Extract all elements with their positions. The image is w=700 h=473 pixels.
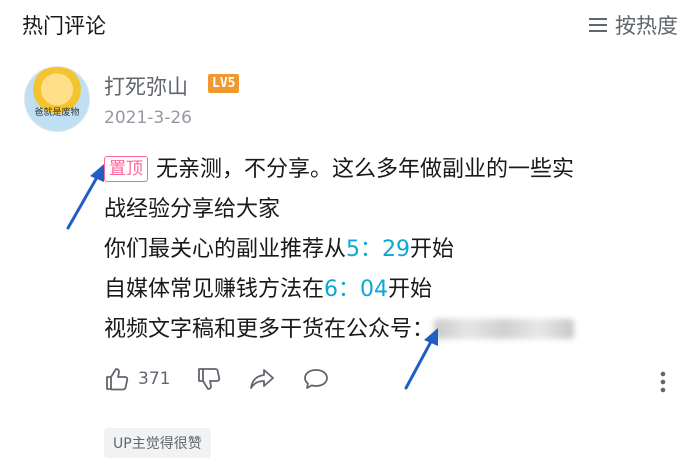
timestamp-link-1[interactable]: 5：29 <box>346 237 410 262</box>
dislike-icon <box>198 368 221 390</box>
comment-text-5: 视频文字稿和更多干货在公众号： <box>104 317 435 342</box>
pinned-tag: 置顶 <box>104 156 148 182</box>
share-button[interactable] <box>248 366 276 392</box>
comment-text-1: 无亲测，不分享。这么多年做副业的一些实 <box>156 157 575 182</box>
reply-icon <box>304 369 329 389</box>
comment-text-4a: 自媒体常见赚钱方法在 <box>104 277 325 302</box>
comment-text-3a: 你们最关心的副业推荐从 <box>104 237 347 262</box>
comment-text-4b: 开始 <box>388 277 433 302</box>
comment-text-2: 战经验分享给大家 <box>104 197 281 222</box>
share-icon <box>250 369 275 389</box>
comment-line-3: 你们最关心的副业推荐从5：29开始 <box>104 230 684 270</box>
timestamp-link-2[interactable]: 6：04 <box>324 277 388 302</box>
avatar[interactable]: 爸就是废物 <box>24 66 90 132</box>
sort-label: 按热度 <box>615 14 678 38</box>
annotation-arrow-pin <box>66 164 104 230</box>
sort-icon <box>589 18 607 32</box>
dislike-button[interactable] <box>196 366 222 392</box>
like-count: 371 <box>138 369 171 389</box>
avatar-text: 爸就是废物 <box>34 108 80 118</box>
like-icon <box>106 368 129 391</box>
up-liked-badge: UP主觉得很赞 <box>104 428 211 458</box>
like-button[interactable]: 371 <box>104 366 170 392</box>
reply-button[interactable] <box>302 366 330 392</box>
more-icon[interactable] <box>660 371 666 393</box>
username[interactable]: 打死弥山 <box>104 71 188 101</box>
comment-line-5: 视频文字稿和更多干货在公众号： <box>104 310 684 350</box>
comment-line-2: 战经验分享给大家 <box>104 190 684 230</box>
comment-text-3b: 开始 <box>410 237 455 262</box>
level-badge: LV5 <box>208 74 240 93</box>
comment-actions: 371 <box>104 366 356 392</box>
comment-line-1: 置顶 无亲测，不分享。这么多年做副业的一些实 <box>104 150 684 190</box>
comment-content: 置顶 无亲测，不分享。这么多年做副业的一些实 战经验分享给大家 你们最关心的副业推… <box>104 150 684 350</box>
comment-date: 2021-3-26 <box>104 108 192 128</box>
comment-line-4: 自媒体常见赚钱方法在6：04开始 <box>104 270 684 310</box>
comments-header-title: 热门评论 <box>22 14 106 38</box>
sort-toggle[interactable]: 按热度 <box>589 10 678 40</box>
blurred-account-name <box>434 319 575 339</box>
